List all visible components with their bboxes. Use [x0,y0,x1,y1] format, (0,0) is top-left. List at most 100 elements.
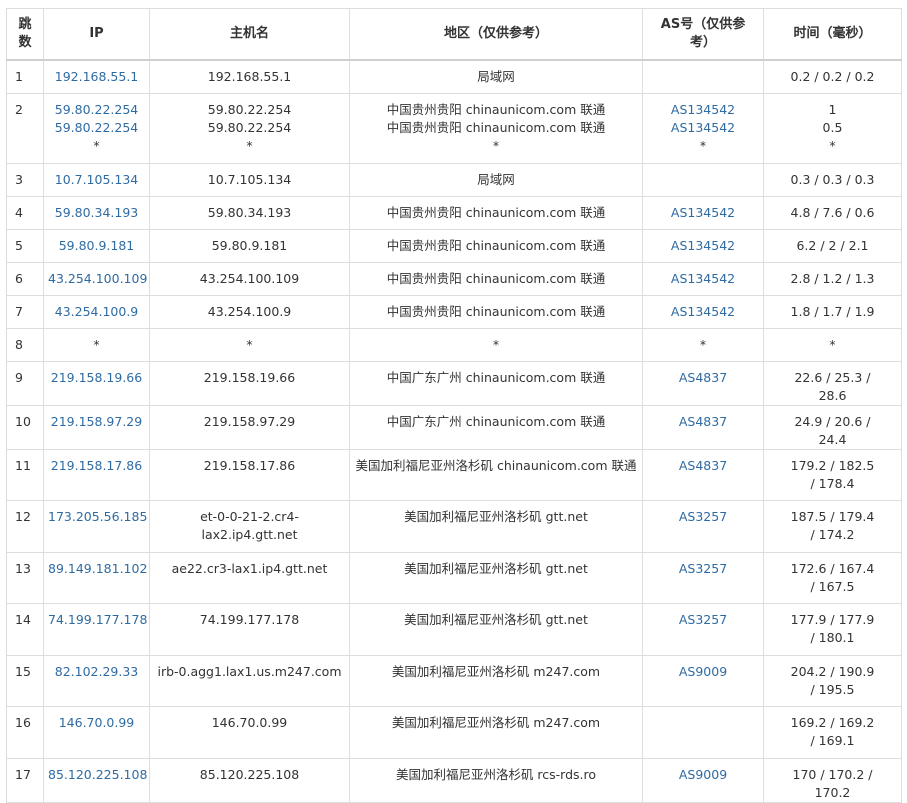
region-text: 美国加利福尼亚州洛杉矶 chinaunicom.com 联通 [355,457,637,473]
hostname-cell: 85.120.225.108 [149,757,350,803]
ip-link[interactable]: 59.80.22.254 [48,119,145,137]
hostname-text: 59.80.34.193 [207,204,292,220]
asn-cell [642,705,764,759]
asn-link[interactable]: AS134542 [647,237,759,255]
ip-link[interactable]: 219.158.97.29 [48,413,145,431]
asn-link[interactable]: AS4837 [647,369,759,387]
asn-link[interactable]: AS4837 [647,413,759,431]
asn-link[interactable]: AS9009 [647,663,759,681]
region-text: 中国贵州贵阳 chinaunicom.com 联通 [386,270,606,286]
region-text: 中国贵州贵阳 chinaunicom.com 联通 [386,237,606,253]
time-cell: 169.2 / 169.2 / 169.1 [763,705,902,759]
asn-link[interactable]: AS3257 [647,611,759,629]
ip-cell: 89.149.181.102 [43,551,150,604]
region-cell: 中国贵州贵阳 chinaunicom.com 联通 [349,261,643,296]
table-row: 4 59.80.34.193 59.80.34.193 中国贵州贵阳 chinauni… [6,195,902,230]
ip-link[interactable]: 146.70.0.99 [48,714,145,732]
ip-link[interactable]: 219.158.17.86 [48,457,145,475]
time-text: 6.2 / 2 / 2.1 [796,237,869,253]
hostname-text: * [246,336,253,352]
ip-link[interactable]: 85.120.225.108 [48,766,147,784]
ip-cell: 43.254.100.9 [43,294,150,329]
region-cell: 中国贵州贵阳 chinaunicom.com 联通 中国贵州贵阳 chinauni… [349,92,643,164]
region-text: 中国贵州贵阳 chinaunicom.com 联通 [386,303,606,319]
hop-cell: 16 [6,705,44,759]
table-row: 5 59.80.9.181 59.80.9.181 中国贵州贵阳 chinaunico… [6,228,902,263]
ip-link[interactable]: 59.80.22.254 [48,101,145,119]
ip-link[interactable]: 59.80.34.193 [48,204,145,222]
ip-link[interactable]: 219.158.19.66 [48,369,145,387]
asn-cell: AS134542 [642,261,764,296]
region-text: * [492,137,500,153]
region-cell: 中国贵州贵阳 chinaunicom.com 联通 [349,294,643,329]
time-cell: 187.5 / 179.4 / 174.2 [763,499,902,553]
ip-link[interactable]: 43.254.100.9 [48,303,145,321]
time-text: 24.9 / 20.6 / 24.4 [794,413,871,447]
table-row: 12 173.205.56.185 et-0-0-21-2.cr4-lax2.ip4… [6,499,902,553]
ip-cell: 219.158.19.66 [43,360,150,406]
table-row: 17 85.120.225.108 85.120.225.108 美国加利福尼亚州洛杉… [6,757,902,803]
table-row: 1 192.168.55.1 192.168.55.1 局域网 0.2 / 0.2 / … [6,59,902,94]
asn-link[interactable]: AS134542 [647,101,759,119]
time-text: 172.6 / 167.4 / 167.5 [790,560,875,594]
ip-link[interactable]: 82.102.29.33 [48,663,145,681]
asn-link[interactable]: AS134542 [647,119,759,137]
ip-cell: 59.80.9.181 [43,228,150,263]
region-text: 美国加利福尼亚州洛杉矶 m247.com [391,663,601,679]
asn-cell: AS4837 [642,360,764,406]
asn-link: * [699,137,707,153]
ip-link[interactable]: 59.80.9.181 [48,237,145,255]
time-cell: 177.9 / 177.9 / 180.1 [763,602,902,656]
region-cell: 中国广东广州 chinaunicom.com 联通 [349,360,643,406]
table-row: 7 43.254.100.9 43.254.100.9 中国贵州贵阳 chinauni… [6,294,902,329]
ip-cell: 173.205.56.185 [43,499,150,553]
time-cell: 22.6 / 25.3 / 28.6 [763,360,902,406]
hostname-cell: 10.7.105.134 [149,162,350,197]
hostname-text: 219.158.17.86 [203,457,296,473]
asn-link[interactable]: AS134542 [647,303,759,321]
asn-link[interactable]: AS9009 [647,766,759,784]
asn-link[interactable]: AS134542 [647,270,759,288]
ip-link[interactable]: 10.7.105.134 [48,171,145,189]
hop-cell: 14 [6,602,44,656]
table-row: 6 43.254.100.109 43.254.100.109 中国贵州贵阳 chin… [6,261,902,296]
hop-cell: 8 [6,327,44,362]
asn-link[interactable]: AS4837 [647,457,759,475]
asn-cell: AS134542 [642,294,764,329]
asn-cell: AS9009 [642,757,764,803]
ip-link[interactable]: 192.168.55.1 [48,68,145,86]
hostname-cell: et-0-0-21-2.cr4-lax2.ip4.gtt.net [149,499,350,553]
region-text: 美国加利福尼亚州洛杉矶 m247.com [391,714,601,730]
table-row: 10 219.158.97.29 219.158.97.29 中国广东广州 china… [6,404,902,450]
table-row: 2 59.80.22.254 59.80.22.254 * 59.80.22.254 59… [6,92,902,164]
asn-link[interactable]: AS3257 [647,508,759,526]
hostname-cell: 43.254.100.9 [149,294,350,329]
region-cell: 美国加利福尼亚州洛杉矶 gtt.net [349,602,643,656]
ip-link[interactable]: 89.149.181.102 [48,560,147,578]
hostname-text: 219.158.19.66 [203,369,296,385]
hop-cell: 12 [6,499,44,553]
asn-link[interactable]: AS3257 [647,560,759,578]
time-text: 177.9 / 177.9 / 180.1 [790,611,875,645]
ip-link[interactable]: 74.199.177.178 [48,611,147,629]
ip-cell: 85.120.225.108 [43,757,150,803]
hop-cell: 11 [6,448,44,501]
hostname-cell: 219.158.17.86 [149,448,350,501]
hostname-text: 85.120.225.108 [199,766,300,782]
region-text: 局域网 [477,69,515,84]
asn-cell: AS3257 [642,602,764,656]
col-header-region: 地区（仅供参考） [349,8,643,61]
ip-cell: * [43,327,150,362]
asn-cell: AS4837 [642,404,764,450]
table-row: 8 * * * * * [6,327,902,362]
ip-link[interactable]: 173.205.56.185 [48,508,147,526]
region-text: 美国加利福尼亚州洛杉矶 gtt.net [404,560,588,576]
asn-link[interactable]: AS134542 [647,204,759,222]
time-cell: 204.2 / 190.9 / 195.5 [763,654,902,707]
table-row: 9 219.158.19.66 219.158.19.66 中国广东广州 chinau… [6,360,902,406]
hostname-cell: 219.158.97.29 [149,404,350,450]
time-cell: 0.2 / 0.2 / 0.2 [763,59,902,94]
ip-link[interactable]: 43.254.100.109 [48,270,147,288]
asn-cell: AS134542 [642,195,764,230]
region-text: 中国贵州贵阳 chinaunicom.com 联通 [386,101,606,117]
